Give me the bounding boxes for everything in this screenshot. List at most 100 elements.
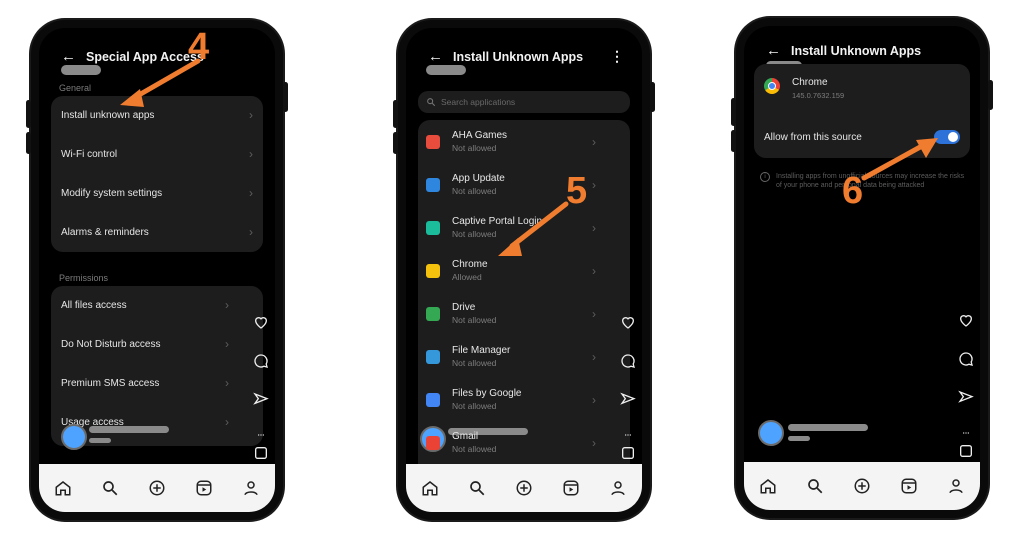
redacted-caption bbox=[89, 438, 111, 443]
annotation-arrow-5 bbox=[498, 201, 569, 256]
bottom-nav bbox=[39, 464, 275, 512]
side-button bbox=[731, 98, 736, 126]
home-icon[interactable] bbox=[54, 479, 72, 497]
reels-icon[interactable] bbox=[900, 477, 918, 495]
back-arrow-icon[interactable]: ← bbox=[766, 42, 781, 59]
more-icon[interactable] bbox=[253, 431, 269, 439]
send-icon[interactable] bbox=[253, 392, 269, 408]
phone-2-screen: ← Install Unknown Apps ⋮ Search applicat… bbox=[406, 28, 642, 512]
app-name: Chrome bbox=[452, 259, 488, 270]
page-title: Install Unknown Apps bbox=[791, 43, 922, 58]
chevron-right-icon: › bbox=[249, 147, 253, 161]
comment-icon[interactable] bbox=[253, 353, 269, 369]
send-icon[interactable] bbox=[958, 390, 974, 406]
app-status: Not allowed bbox=[452, 401, 497, 411]
avatar[interactable] bbox=[61, 424, 87, 450]
item-wifi-control[interactable]: Wi-Fi control › bbox=[61, 147, 253, 161]
save-icon[interactable] bbox=[620, 445, 636, 461]
create-icon[interactable] bbox=[515, 479, 533, 497]
search-icon[interactable] bbox=[806, 477, 824, 495]
back-arrow-icon[interactable]: ← bbox=[428, 48, 443, 65]
more-icon[interactable] bbox=[620, 431, 636, 439]
redacted-pill bbox=[61, 65, 101, 75]
item-modify-system-settings[interactable]: Modify system settings › bbox=[61, 186, 253, 200]
annotation-arrow-4 bbox=[120, 58, 201, 107]
avatar[interactable] bbox=[758, 420, 784, 446]
chevron-right-icon: › bbox=[225, 376, 229, 390]
phone-2-header: ← Install Unknown Apps ⋮ bbox=[428, 48, 624, 65]
heart-icon[interactable] bbox=[958, 312, 974, 328]
more-icon[interactable] bbox=[958, 429, 974, 437]
side-button bbox=[393, 100, 398, 128]
side-button bbox=[988, 80, 993, 110]
redacted-username bbox=[788, 424, 868, 431]
side-button bbox=[393, 132, 398, 154]
profile-icon[interactable] bbox=[947, 477, 965, 495]
search-icon[interactable] bbox=[468, 479, 486, 497]
chevron-right-icon: › bbox=[225, 337, 229, 351]
comment-icon[interactable] bbox=[620, 353, 636, 369]
item-dnd-access[interactable]: Do Not Disturb access › bbox=[61, 337, 229, 351]
kebab-menu-icon[interactable]: ⋮ bbox=[610, 48, 624, 65]
app-name: Drive bbox=[452, 302, 476, 313]
heart-icon[interactable] bbox=[253, 314, 269, 330]
phone-3-screen: ← Install Unknown Apps Chrome 145.0.7632… bbox=[744, 26, 980, 510]
bottom-nav bbox=[744, 462, 980, 510]
side-button bbox=[731, 130, 736, 152]
save-icon[interactable] bbox=[253, 445, 269, 461]
app-row[interactable]: AHA Games Not allowed › bbox=[418, 130, 606, 153]
app-row[interactable]: Drive Not allowed › bbox=[418, 302, 606, 325]
phone-2: ← Install Unknown Apps ⋮ Search applicat… bbox=[398, 20, 650, 520]
reel-actions bbox=[253, 314, 269, 484]
chevron-right-icon: › bbox=[225, 298, 229, 312]
home-icon[interactable] bbox=[421, 479, 439, 497]
back-arrow-icon[interactable]: ← bbox=[61, 48, 76, 65]
item-premium-sms[interactable]: Premium SMS access › bbox=[61, 376, 229, 390]
search-input[interactable]: Search applications bbox=[418, 91, 630, 113]
app-row[interactable]: Files by Google Not allowed › bbox=[418, 388, 606, 411]
app-status: Not allowed bbox=[452, 358, 497, 368]
info-icon: i bbox=[760, 172, 770, 182]
page-title: Install Unknown Apps bbox=[453, 49, 584, 64]
app-icon bbox=[426, 306, 440, 321]
heart-icon[interactable] bbox=[620, 314, 636, 330]
chevron-right-icon: › bbox=[592, 134, 596, 149]
phone-3: ← Install Unknown Apps Chrome 145.0.7632… bbox=[736, 18, 988, 518]
app-row[interactable]: Gmail Not allowed › bbox=[418, 431, 606, 454]
profile-icon[interactable] bbox=[609, 479, 627, 497]
search-icon[interactable] bbox=[101, 479, 119, 497]
send-icon[interactable] bbox=[620, 392, 636, 408]
app-status: Not allowed bbox=[452, 315, 497, 325]
comment-icon[interactable] bbox=[958, 351, 974, 367]
app-icon bbox=[426, 220, 440, 235]
reels-icon[interactable] bbox=[562, 479, 580, 497]
chevron-right-icon: › bbox=[592, 392, 596, 407]
item-alarms-reminders[interactable]: Alarms & reminders › bbox=[61, 225, 253, 239]
reels-icon[interactable] bbox=[195, 479, 213, 497]
chevron-right-icon: › bbox=[249, 186, 253, 200]
general-card: Install unknown apps › Wi-Fi control › Mod… bbox=[51, 96, 263, 252]
chrome-icon bbox=[764, 78, 780, 94]
item-all-files-access[interactable]: All files access › bbox=[61, 298, 229, 312]
app-status: Not allowed bbox=[452, 143, 497, 153]
save-icon[interactable] bbox=[958, 443, 974, 459]
app-icon bbox=[426, 435, 440, 450]
app-icon bbox=[426, 263, 440, 278]
chevron-right-icon: › bbox=[592, 306, 596, 321]
redacted-pill bbox=[426, 65, 466, 75]
side-button bbox=[26, 132, 31, 154]
app-icon bbox=[426, 177, 440, 192]
phone-3-header: ← Install Unknown Apps bbox=[766, 42, 921, 59]
chevron-right-icon: › bbox=[249, 108, 253, 122]
side-button bbox=[283, 82, 288, 112]
home-icon[interactable] bbox=[759, 477, 777, 495]
app-name: App Update bbox=[452, 173, 505, 184]
app-status: Not allowed bbox=[452, 186, 497, 196]
profile-icon[interactable] bbox=[242, 479, 260, 497]
app-row[interactable]: File Manager Not allowed › bbox=[418, 345, 606, 368]
app-status: Not allowed bbox=[452, 444, 497, 454]
app-name: Gmail bbox=[452, 431, 479, 442]
create-icon[interactable] bbox=[148, 479, 166, 497]
create-icon[interactable] bbox=[853, 477, 871, 495]
chevron-right-icon: › bbox=[592, 177, 596, 192]
